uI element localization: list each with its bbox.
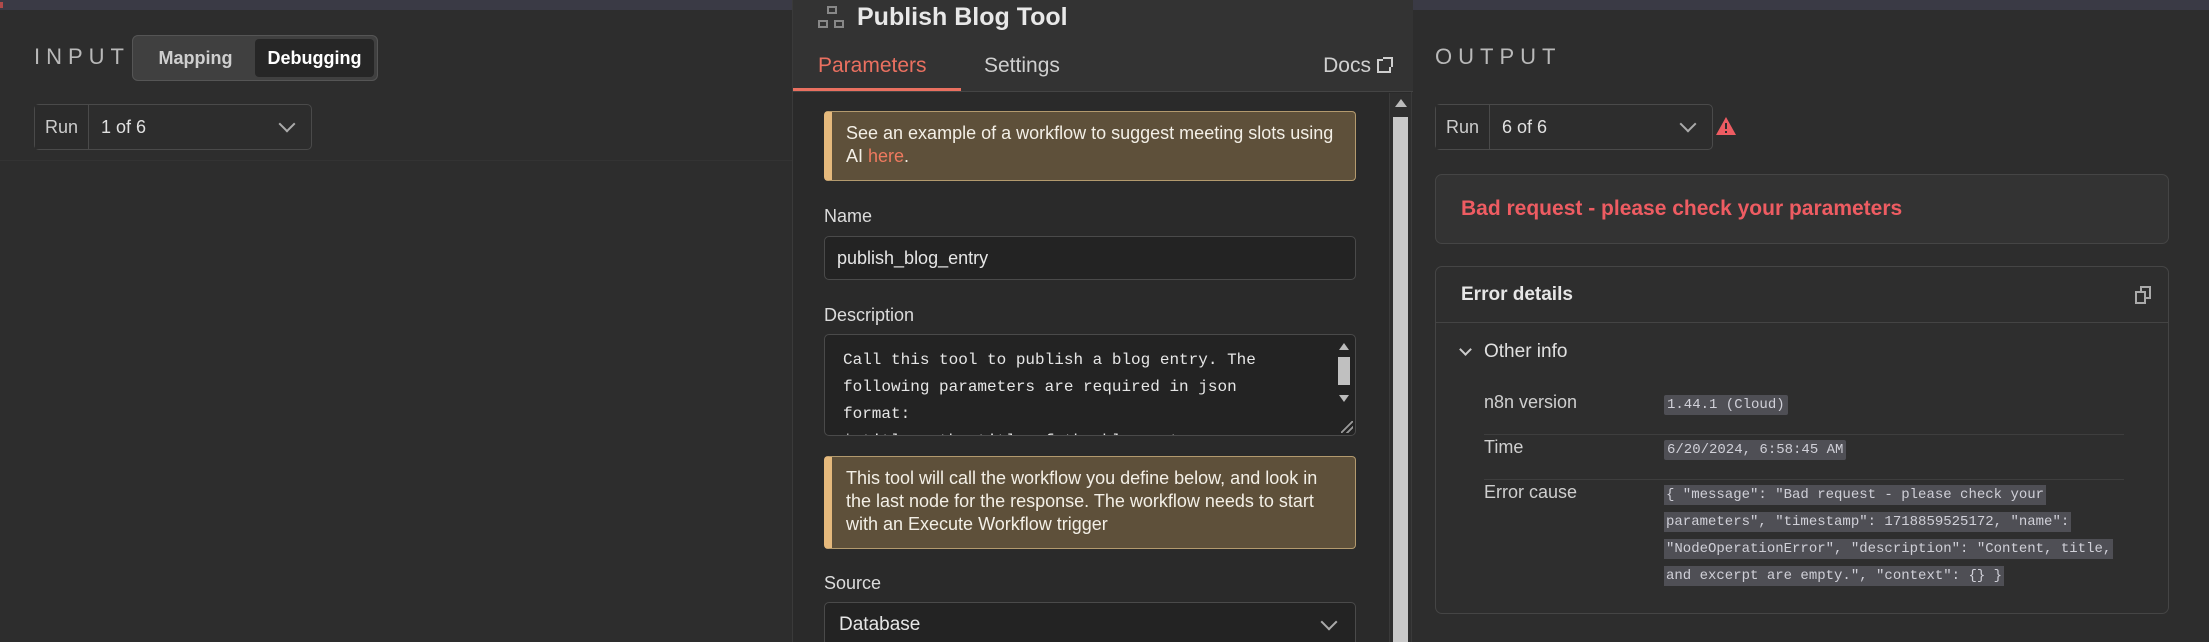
example-notice: See an example of a workflow to suggest … <box>824 111 1356 181</box>
mapping-mode-button[interactable]: Mapping <box>136 39 255 77</box>
run-label: Run <box>1436 105 1491 149</box>
warning-icon[interactable] <box>1715 116 1737 136</box>
description-label: Description <box>824 305 915 325</box>
display-mode-toggle[interactable]: Mapping Debugging <box>132 35 378 81</box>
textarea-scrollbar[interactable] <box>1335 339 1353 433</box>
debugging-mode-button[interactable]: Debugging <box>255 39 374 77</box>
run-label: Run <box>35 105 90 149</box>
tab-settings[interactable]: Settings <box>984 54 1060 78</box>
chevron-down-icon <box>1320 613 1338 631</box>
name-label: Name <box>824 206 873 226</box>
run-value: 1 of 6 <box>101 116 147 137</box>
source-select[interactable]: Database <box>824 602 1356 642</box>
detail-row-version: n8n version 1.44.1 (Cloud) <box>1484 392 2124 435</box>
input-panel-label: INPUT <box>34 44 130 69</box>
output-run-select[interactable]: Run 6 of 6 <box>1435 104 1713 150</box>
output-panel-label: OUTPUT <box>1435 44 1562 69</box>
node-title[interactable]: Publish Blog Tool <box>857 3 1068 32</box>
node-tool-icon <box>818 6 846 30</box>
edge-marker <box>0 2 3 8</box>
version-value: 1.44.1 (Cloud) <box>1664 395 1788 415</box>
chevron-down-icon <box>1679 115 1697 133</box>
error-cause-value: { "message": "Bad request - please check… <box>1664 485 2114 586</box>
tab-parameters[interactable]: Parameters <box>818 54 927 78</box>
other-info-toggle[interactable]: Other info <box>1459 341 1567 363</box>
docs-label: Docs <box>1323 54 1371 77</box>
time-value: 6/20/2024, 6:58:45 AM <box>1664 440 1847 460</box>
active-tab-indicator <box>793 88 961 91</box>
detail-row-error-cause: Error cause { "message": "Bad request - … <box>1484 482 2124 602</box>
example-link[interactable]: here <box>868 146 904 166</box>
panel-scrollbar[interactable] <box>1389 93 1411 642</box>
error-details-card: Error details Other info n8n version 1.4… <box>1435 266 2169 614</box>
workflow-notice: This tool will call the workflow you def… <box>824 456 1356 549</box>
chevron-down-icon <box>278 115 296 133</box>
node-header: Publish Blog Tool Parameters Settings Do… <box>793 0 1413 92</box>
run-value: 6 of 6 <box>1502 116 1548 137</box>
external-link-icon <box>1377 57 1393 73</box>
docs-link[interactable]: Docs <box>1323 54 1393 78</box>
copy-icon[interactable] <box>2135 286 2151 304</box>
name-input[interactable]: publish_blog_entry <box>824 236 1356 280</box>
description-textarea[interactable]: Call this tool to publish a blog entry. … <box>824 334 1356 436</box>
resize-handle[interactable] <box>1341 421 1353 433</box>
input-run-select[interactable]: Run 1 of 6 <box>34 104 312 150</box>
node-parameters-panel: Publish Blog Tool Parameters Settings Do… <box>792 0 1413 642</box>
detail-row-time: Time 6/20/2024, 6:58:45 AM <box>1484 437 2124 480</box>
error-message: Bad request - please check your paramete… <box>1435 174 2169 244</box>
source-label: Source <box>824 573 882 593</box>
error-details-title: Error details <box>1436 267 2168 323</box>
chevron-down-icon <box>1459 343 1472 356</box>
